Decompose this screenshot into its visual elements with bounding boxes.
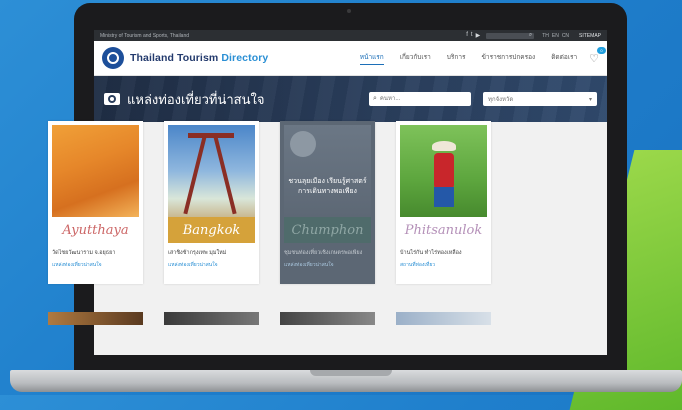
webcam-icon (347, 9, 351, 13)
ministry-label: Ministry of Tourism and Sports, Thailand (100, 32, 190, 39)
attraction-search[interactable]: ⌕ (369, 92, 471, 106)
card-plate: Phitsanulok (400, 217, 487, 243)
nav-officials[interactable]: ข้าราชการปกครอง (481, 52, 535, 65)
camera-icon (104, 93, 120, 105)
card-caption: วัดไชยวัฒนาราม จ.อยุธยา (52, 250, 116, 256)
youtube-icon[interactable]: ▶ (476, 32, 481, 39)
main-nav: หน้าแรก เกี่ยวกับเรา บริการ ข้าราชการปกค… (359, 52, 577, 65)
card-image-partial[interactable] (396, 312, 491, 325)
emblem-icon (107, 52, 119, 64)
attraction-card-phitsanulok[interactable]: Phitsanulok บ้านไร่กัน ทำไร่ทองเหลือง สถ… (396, 121, 491, 284)
nav-home[interactable]: หน้าแรก (359, 52, 384, 65)
card-caption: บ้านไร่กัน ทำไร่ทองเหลือง (400, 250, 462, 256)
heart-icon: ♡ (589, 52, 599, 65)
card-caption: ชุมชนท่องเที่ยวเชิงเกษตรพอเพียง (284, 250, 363, 256)
site-header: Thailand Tourism Directory หน้าแรก เกี่ย… (94, 41, 607, 76)
site-title[interactable]: Thailand Tourism Directory (130, 52, 360, 64)
sitemap-link[interactable]: SITEMAP (579, 33, 601, 39)
favorites-badge: 0 (597, 46, 606, 54)
swing-pillar-right (213, 135, 237, 215)
search-input[interactable] (376, 96, 460, 102)
card-image-chumphon: ชวนลุยเมือง เรียนรู้ศาสตร์การเดินทางพอเพ… (284, 125, 371, 217)
nav-services[interactable]: บริการ (447, 52, 466, 65)
site-title-directory: Directory (221, 52, 269, 64)
card-link[interactable]: แหล่งท่องเที่ยวน่าสนใจ (52, 261, 102, 269)
card-image-hill-tribe (400, 125, 487, 217)
facebook-icon[interactable]: f (466, 32, 468, 39)
card-image-partial[interactable] (48, 312, 143, 325)
social-links: f t ▶ (466, 32, 480, 39)
card-image-partial[interactable] (280, 312, 375, 325)
swing-pillar-left (183, 135, 207, 215)
card-link[interactable]: สถานที่ท่องเที่ยว (400, 261, 435, 269)
person-figure (428, 135, 460, 215)
twitter-icon[interactable]: t (471, 32, 473, 39)
lang-th[interactable]: TH (542, 33, 549, 39)
avatar (290, 131, 316, 157)
language-switcher: TH EN CN (542, 33, 569, 39)
swing-beam (188, 133, 234, 138)
chevron-down-icon: ▾ (588, 96, 592, 103)
skirt-shape (434, 187, 454, 207)
utility-bar: Ministry of Tourism and Sports, Thailand… (94, 30, 607, 41)
attraction-card-bangkok[interactable]: Bangkok เสาชิงช้ากรุงเทพ มุมใหม่ แหล่งท่… (164, 121, 259, 284)
attraction-card-chumphon[interactable]: ชวนลุยเมือง เรียนรู้ศาสตร์การเดินทางพอเพ… (280, 121, 375, 284)
lang-cn[interactable]: CN (562, 33, 569, 39)
laptop-base (10, 370, 682, 392)
attraction-card-ayutthaya[interactable]: Ayutthaya วัดไชยวัฒนาราม จ.อยุธยา แหล่งท… (48, 121, 143, 284)
nav-about[interactable]: เกี่ยวกับเรา (400, 52, 431, 65)
card-image-partial[interactable] (164, 312, 259, 325)
top-search-input[interactable]: ⌕ (486, 31, 535, 39)
card-link[interactable]: แหล่งท่องเที่ยวน่าสนใจ (284, 261, 334, 269)
nav-contact[interactable]: ติดต่อเรา (551, 52, 577, 65)
hat-shape (432, 141, 456, 151)
card-overlay-text: ชวนลุยเมือง เรียนรู้ศาสตร์การเดินทางพอเพ… (288, 178, 367, 195)
search-icon: ⌕ (528, 31, 533, 38)
attraction-cards-row-2 (48, 312, 491, 325)
site-logo[interactable] (102, 47, 124, 69)
site-title-main: Thailand Tourism (130, 52, 222, 64)
province-select-value: ทุกจังหวัด (488, 97, 514, 103)
card-caption: เสาชิงช้ากรุงเทพ มุมใหม่ (168, 250, 227, 256)
card-plate: Chumphon (284, 217, 371, 243)
page-banner: แหล่งท่องเที่ยวที่น่าสนใจ ⌕ ทุกจังหวัด ▾ (94, 76, 607, 122)
card-plate: Bangkok (168, 217, 255, 243)
body-shape (434, 153, 454, 189)
page-title: แหล่งท่องเที่ยวที่น่าสนใจ (127, 91, 265, 107)
lang-en[interactable]: EN (552, 33, 559, 39)
attraction-cards: Ayutthaya วัดไชยวัฒนาราม จ.อยุธยา แหล่งท… (48, 121, 491, 284)
card-link[interactable]: แหล่งท่องเที่ยวน่าสนใจ (168, 261, 218, 269)
card-image-giant-swing (168, 125, 255, 217)
laptop-notch (310, 370, 392, 376)
province-select[interactable]: ทุกจังหวัด ▾ (483, 92, 597, 106)
card-plate: Ayutthaya (52, 217, 139, 243)
card-image-monk-robe (52, 125, 139, 217)
favorites-button[interactable]: ♡ 0 (589, 46, 606, 65)
